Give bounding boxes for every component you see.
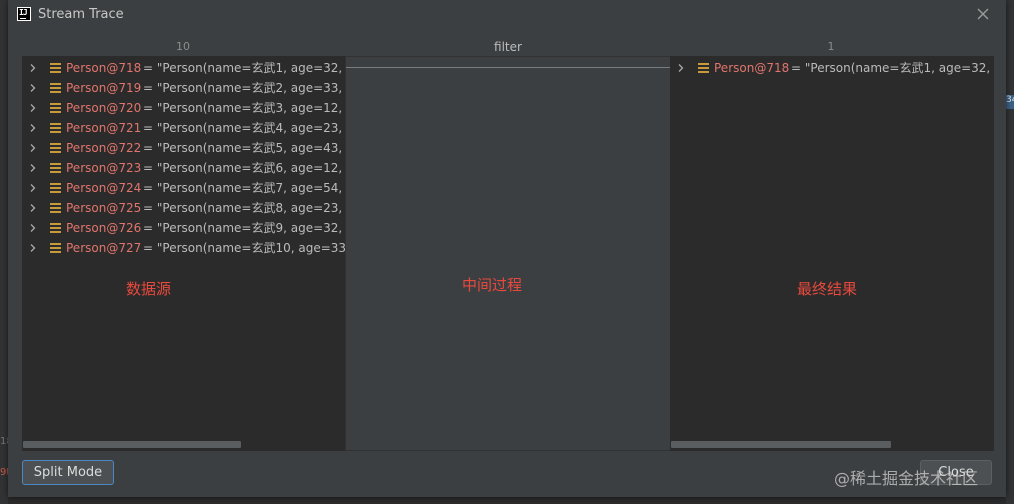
- source-panel[interactable]: Person@718 = "Person(name=玄武1, age=32, se…: [22, 56, 346, 451]
- trace-connector-line: [346, 67, 670, 68]
- field-icon: [50, 223, 61, 233]
- chevron-right-icon[interactable]: [29, 104, 37, 112]
- chevron-right-icon[interactable]: [29, 244, 37, 252]
- object-ref: Person@722: [66, 141, 142, 155]
- chevron-right-icon[interactable]: [29, 64, 37, 72]
- chevron-right-icon[interactable]: [29, 124, 37, 132]
- chevron-right-icon[interactable]: [29, 224, 37, 232]
- object-value: = "Person(name=玄武10, age=33, s: [143, 241, 346, 255]
- object-value: = "Person(name=玄武3, age=12, se: [143, 101, 346, 115]
- list-item[interactable]: Person@722 = "Person(name=玄武5, age=43, se: [23, 138, 345, 158]
- chevron-right-icon[interactable]: [29, 84, 37, 92]
- chevron-right-icon[interactable]: [677, 64, 685, 72]
- object-value: = "Person(name=玄武4, age=23, se: [143, 121, 346, 135]
- list-item[interactable]: Person@724 = "Person(name=玄武7, age=54, se: [23, 178, 345, 198]
- list-item[interactable]: Person@718 = "Person(name=玄武1, age=32, se: [23, 58, 345, 78]
- watermark: @稀土掘金技术社区: [834, 469, 979, 488]
- chevron-right-icon[interactable]: [29, 184, 37, 192]
- close-icon[interactable]: [972, 3, 994, 25]
- stream-trace-dialog: IJ Stream Trace 10 filter 1 Person@718 = …: [8, 0, 1006, 497]
- field-icon: [50, 183, 61, 193]
- window-title: Stream Trace: [38, 7, 124, 22]
- result-scrollbar[interactable]: [671, 441, 891, 448]
- object-ref: Person@718: [714, 61, 790, 75]
- intermediate-panel: [345, 56, 671, 451]
- object-value: = "Person(name=玄武2, age=33, se: [143, 81, 346, 95]
- object-ref: Person@725: [66, 201, 142, 215]
- result-count: 1: [827, 40, 835, 53]
- chevron-right-icon[interactable]: [29, 204, 37, 212]
- list-item[interactable]: Person@719 = "Person(name=玄武2, age=33, se: [23, 78, 345, 98]
- ide-line-number: 18: [0, 436, 8, 447]
- field-icon: [50, 103, 61, 113]
- source-annotation: 数据源: [126, 280, 172, 298]
- object-ref: Person@720: [66, 101, 142, 115]
- object-value: = "Person(name=玄武7, age=54, se: [143, 181, 346, 195]
- ide-code-fragment: 9t: [0, 467, 8, 478]
- chevron-right-icon[interactable]: [29, 164, 37, 172]
- ide-badge: 34: [1006, 95, 1014, 109]
- list-item[interactable]: Person@726 = "Person(name=玄武9, age=32, se: [23, 218, 345, 238]
- object-value: = "Person(name=玄武1, age=32, se: [143, 61, 346, 75]
- list-item[interactable]: Person@723 = "Person(name=玄武6, age=12, se: [23, 158, 345, 178]
- split-mode-button[interactable]: Split Mode: [22, 460, 114, 485]
- object-ref: Person@724: [66, 181, 142, 195]
- object-ref: Person@723: [66, 161, 142, 175]
- list-item[interactable]: Person@721 = "Person(name=玄武4, age=23, se: [23, 118, 345, 138]
- field-icon: [50, 63, 61, 73]
- object-ref: Person@721: [66, 121, 142, 135]
- field-icon: [50, 83, 61, 93]
- field-icon: [50, 163, 61, 173]
- object-value: = "Person(name=玄武6, age=12, se: [143, 161, 346, 175]
- operation-name: filter: [494, 40, 522, 54]
- ide-background-right: [1006, 0, 1014, 504]
- source-count: 10: [176, 40, 190, 53]
- object-ref: Person@718: [66, 61, 142, 75]
- object-value: = "Person(name=玄武1, age=32, se: [791, 61, 994, 75]
- object-ref: Person@719: [66, 81, 142, 95]
- object-value: = "Person(name=玄武9, age=32, se: [143, 221, 346, 235]
- result-annotation: 最终结果: [797, 280, 858, 298]
- list-item[interactable]: Person@727 = "Person(name=玄武10, age=33, s: [23, 238, 345, 258]
- field-icon: [50, 203, 61, 213]
- object-value: = "Person(name=玄武5, age=43, se: [143, 141, 346, 155]
- list-item[interactable]: Person@718 = "Person(name=玄武1, age=32, se: [671, 58, 993, 78]
- object-ref: Person@726: [66, 221, 142, 235]
- app-icon-text: IJ: [19, 8, 28, 17]
- title-bar: IJ Stream Trace: [8, 0, 1006, 30]
- intermediate-annotation: 中间过程: [462, 276, 523, 294]
- intellij-icon: IJ: [17, 7, 31, 21]
- field-icon: [50, 143, 61, 153]
- field-icon: [50, 243, 61, 253]
- object-value: = "Person(name=玄武8, age=23, se: [143, 201, 346, 215]
- field-icon: [698, 63, 709, 73]
- list-item[interactable]: Person@720 = "Person(name=玄武3, age=12, se: [23, 98, 345, 118]
- field-icon: [50, 123, 61, 133]
- ide-background-left: [0, 0, 8, 504]
- source-scrollbar[interactable]: [23, 441, 241, 448]
- chevron-right-icon[interactable]: [29, 144, 37, 152]
- result-panel[interactable]: Person@718 = "Person(name=玄武1, age=32, se: [670, 56, 994, 451]
- list-item[interactable]: Person@725 = "Person(name=玄武8, age=23, se: [23, 198, 345, 218]
- object-ref: Person@727: [66, 241, 142, 255]
